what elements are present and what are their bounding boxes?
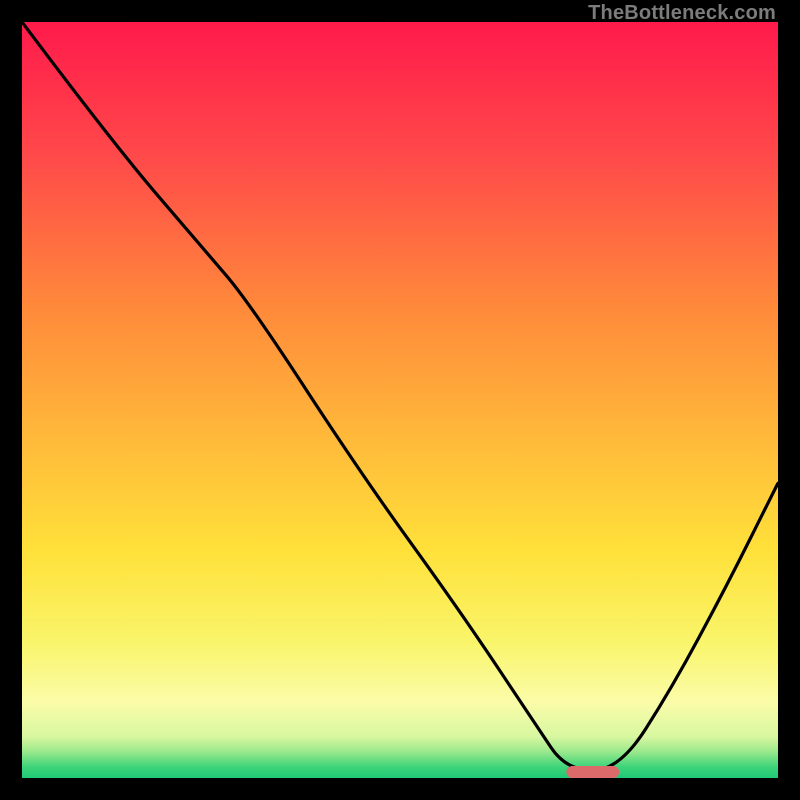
bottleneck-chart [22,22,778,778]
plot-area [22,22,778,778]
gradient-background [22,22,778,778]
watermark-text: TheBottleneck.com [588,2,776,25]
optimal-marker [566,766,619,778]
